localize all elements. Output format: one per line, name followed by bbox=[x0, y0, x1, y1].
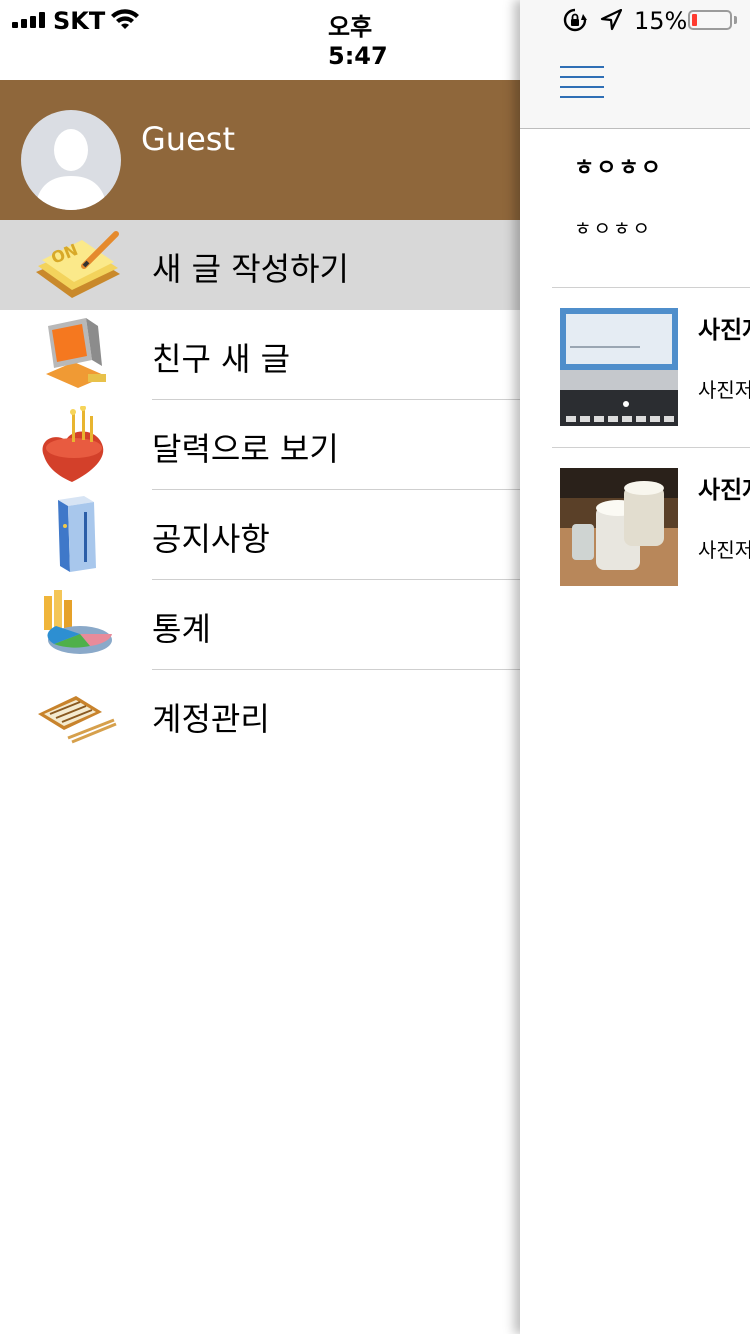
feed-item-title: 사진저 bbox=[698, 316, 750, 344]
menu-item-label: 달력으로 보기 bbox=[152, 430, 339, 468]
carrier-name: SKT bbox=[53, 7, 106, 35]
feed-item-title: 사진저 bbox=[698, 476, 750, 504]
hamburger-menu-button[interactable] bbox=[560, 66, 604, 100]
feed-item[interactable]: 사진저 사진저 bbox=[520, 288, 750, 448]
drawer-menu: ON 새 글 작성하기 친구 새 글 달력으로 보기 공지사항 통계 계정관리 bbox=[0, 220, 520, 760]
menu-item-account-settings[interactable]: 계정관리 bbox=[0, 670, 520, 760]
menu-item-label: 새 글 작성하기 bbox=[152, 250, 349, 288]
feed-item[interactable]: 사진저 사진저 bbox=[520, 448, 750, 608]
location-arrow-icon bbox=[600, 8, 623, 31]
menu-item-calendar-view[interactable]: 달력으로 보기 bbox=[0, 400, 520, 490]
menu-item-friend-posts[interactable]: 친구 새 글 bbox=[0, 310, 520, 400]
battery-percent: 15% bbox=[634, 7, 688, 35]
battery-level bbox=[692, 14, 697, 26]
main-panel: ㅎㅇㅎㅇ ㅎㅇㅎㅇ 사진 사진저 사진 사진저 bbox=[520, 0, 750, 1334]
menu-item-label: 통계 bbox=[152, 610, 211, 648]
screen: Guest ON 새 글 작성하기 친구 새 글 달력으로 보기 공지사항 통계… bbox=[0, 0, 750, 1334]
abacus-icon bbox=[32, 676, 122, 754]
signal-strength-icon bbox=[12, 12, 48, 28]
notepad-pencil-icon: ON bbox=[32, 226, 122, 304]
hamburger-line bbox=[560, 66, 604, 68]
server-tower-icon bbox=[32, 496, 122, 574]
menu-item-label: 계정관리 bbox=[152, 700, 270, 738]
hamburger-line bbox=[560, 86, 604, 88]
post-header-body: ㅎㅇㅎㅇ bbox=[574, 218, 652, 240]
menu-item-label: 친구 새 글 bbox=[152, 340, 291, 378]
username: Guest bbox=[141, 120, 235, 158]
hamburger-line bbox=[560, 76, 604, 78]
thumbnail-beer-photo bbox=[560, 468, 678, 586]
clock: 오후 5:47 bbox=[328, 13, 388, 70]
menu-item-statistics[interactable]: 통계 bbox=[0, 580, 520, 670]
wifi-icon bbox=[110, 8, 140, 30]
status-bar: SKT 오후 5:47 15% bbox=[0, 0, 750, 70]
menu-item-label: 공지사항 bbox=[152, 520, 270, 558]
menu-item-write-post[interactable]: ON 새 글 작성하기 bbox=[0, 220, 520, 310]
hamburger-line bbox=[560, 96, 604, 98]
heart-cake-icon bbox=[32, 405, 122, 484]
post-header-title[interactable]: ㅎㅇㅎㅇ bbox=[574, 150, 663, 182]
thumbnail-laptop-photo bbox=[560, 308, 678, 426]
feed-item-subtitle: 사진저 bbox=[698, 378, 750, 402]
menu-item-notices[interactable]: 공지사항 bbox=[0, 490, 520, 580]
drawer-header: Guest bbox=[0, 80, 520, 220]
person-silhouette-icon bbox=[35, 129, 107, 210]
orientation-lock-icon bbox=[563, 8, 587, 32]
computer-icon bbox=[32, 316, 122, 394]
battery-icon bbox=[688, 10, 732, 30]
feed-item-subtitle: 사진저 bbox=[698, 538, 750, 562]
side-drawer: Guest ON 새 글 작성하기 친구 새 글 달력으로 보기 공지사항 통계… bbox=[0, 0, 520, 1334]
battery-cap bbox=[734, 16, 737, 24]
pie-chart-icon bbox=[32, 586, 122, 664]
avatar[interactable] bbox=[21, 110, 121, 210]
